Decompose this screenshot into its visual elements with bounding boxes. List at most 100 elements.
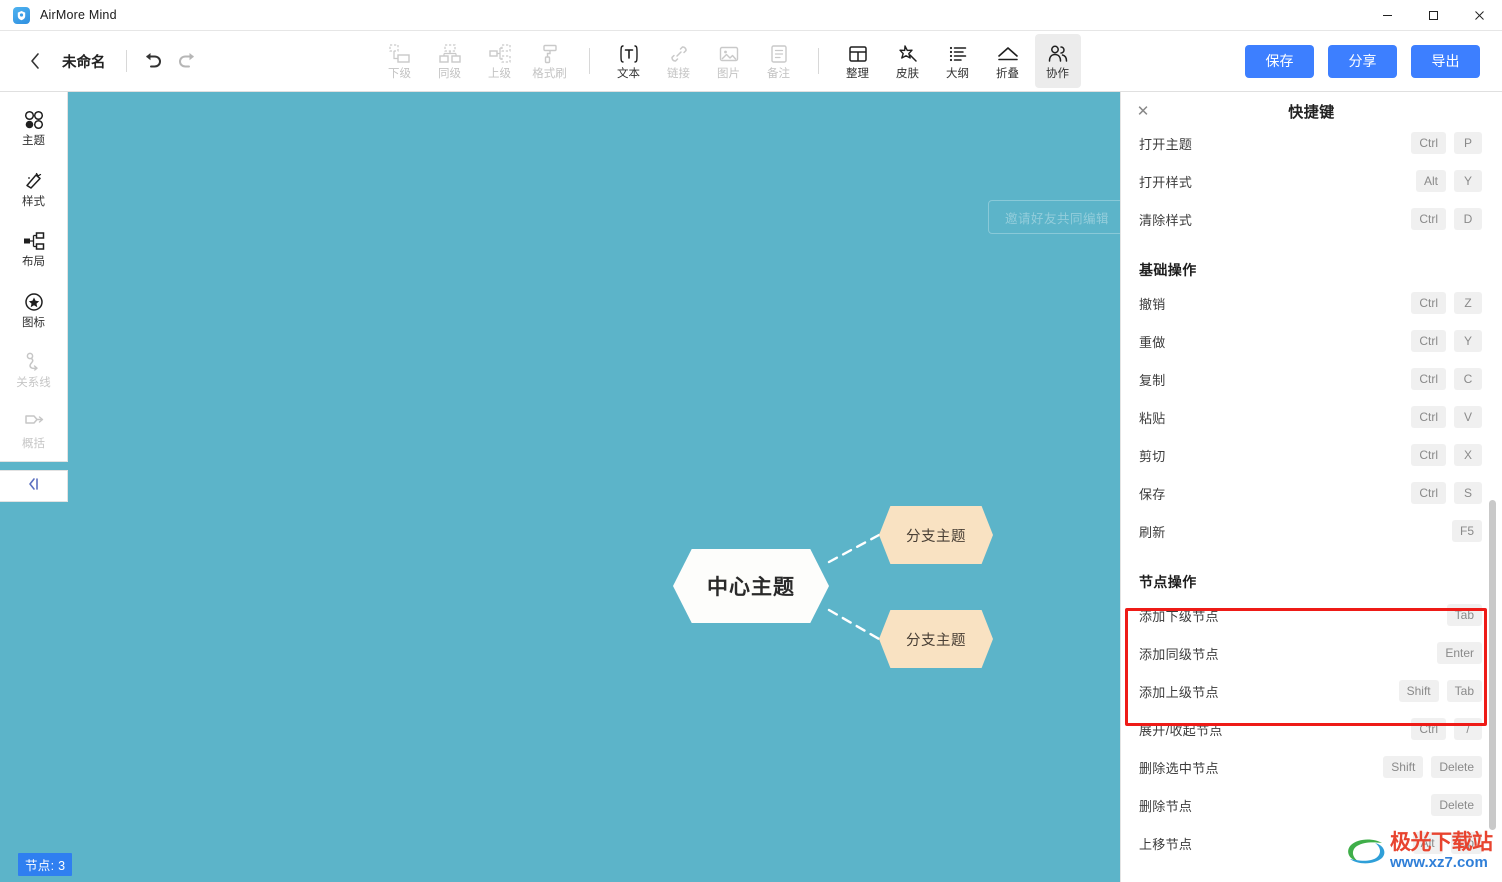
shortcut-group-title: 基础操作 xyxy=(1139,262,1197,278)
key-chip: Shift xyxy=(1383,756,1424,778)
shortcut-keys: Enter xyxy=(1437,642,1482,664)
minimize-icon[interactable] xyxy=(1364,0,1410,31)
close-icon[interactable] xyxy=(1456,0,1502,31)
main-toolbar: 未命名 下级 同级 上级 格式刷 文本 链接 图片 备注 整理 皮肤 大纲 折叠… xyxy=(0,31,1502,92)
tool-add-child[interactable]: 下级 xyxy=(377,34,423,88)
shortcut-row: 撤销 Ctrl Z xyxy=(1139,284,1482,322)
toolbar-action-buttons: 保存 分享 导出 xyxy=(1245,44,1480,78)
tool-collaborate[interactable]: 协作 xyxy=(1034,34,1081,88)
back-button[interactable] xyxy=(20,44,50,78)
tool-arrange[interactable]: 整理 xyxy=(835,34,881,88)
document-name[interactable]: 未命名 xyxy=(56,48,112,75)
view-tool-group: 整理 皮肤 大纲 折叠 协作 xyxy=(833,34,1083,88)
tool-image[interactable]: 图片 xyxy=(706,34,752,88)
mindmap-central-node[interactable]: 中心主题 xyxy=(673,549,829,623)
key-chip: S xyxy=(1454,482,1482,504)
sidebar-item-layout[interactable]: 布局 xyxy=(0,219,68,280)
tool-link[interactable]: 链接 xyxy=(656,34,702,88)
shortcut-keys: Ctrl V xyxy=(1411,406,1482,428)
close-icon[interactable]: ✕ xyxy=(1135,103,1151,119)
shortcuts-list[interactable]: 打开主题 Ctrl P 打开样式 Alt Y 清除样式 Ctrl D 基础操作 … xyxy=(1121,130,1502,882)
sidebar-item-summary[interactable]: 概括 xyxy=(0,401,68,462)
undo-arrow-icon[interactable] xyxy=(141,50,163,72)
shortcut-label: 删除选中节点 xyxy=(1139,760,1219,776)
maximize-icon[interactable] xyxy=(1410,0,1456,31)
collapse-panel-icon xyxy=(25,476,43,497)
tool-label: 同级 xyxy=(438,67,461,80)
sidebar-item-label: 概括 xyxy=(22,437,45,450)
sidebar-item-label: 关系线 xyxy=(16,377,51,389)
theme-icon xyxy=(23,109,45,131)
sidebar-item-label: 主题 xyxy=(22,135,45,147)
shortcut-row: 删除节点 Delete xyxy=(1139,786,1482,824)
export-button[interactable]: 导出 xyxy=(1411,44,1480,78)
tool-add-sibling[interactable]: 同级 xyxy=(427,34,473,88)
scrollbar-thumb[interactable] xyxy=(1489,500,1496,830)
sidebar-item-label: 样式 xyxy=(22,195,45,208)
shortcut-keys: Shift Delete xyxy=(1383,756,1482,778)
note-icon xyxy=(769,42,789,66)
shortcut-row: 粘贴 Ctrl V xyxy=(1139,398,1482,436)
link-icon xyxy=(669,42,689,66)
save-button[interactable]: 保存 xyxy=(1245,44,1314,78)
key-chip: Ctrl xyxy=(1411,292,1446,314)
collaborate-icon xyxy=(1047,42,1069,66)
branch-node-text: 分支主题 xyxy=(906,632,966,649)
key-chip: Ctrl xyxy=(1411,482,1446,504)
style-icon xyxy=(23,170,45,192)
sidebar-item-theme[interactable]: 主题 xyxy=(0,98,68,159)
tool-skin[interactable]: 皮肤 xyxy=(885,34,931,88)
sidebar-item-icon[interactable]: 图标 xyxy=(0,280,68,341)
tool-add-parent[interactable]: 上级 xyxy=(477,34,523,88)
tool-note[interactable]: 备注 xyxy=(756,34,802,88)
sidebar-collapse-button[interactable] xyxy=(0,470,68,502)
tool-outline[interactable]: 大纲 xyxy=(935,34,981,88)
title-bar: AirMore Mind xyxy=(0,0,1502,31)
key-chip: Delete xyxy=(1431,756,1482,778)
tool-label: 协作 xyxy=(1046,67,1069,80)
tool-format-painter[interactable]: 格式刷 xyxy=(527,34,573,88)
add-parent-node-icon xyxy=(488,42,511,66)
shortcut-keys: Alt Y xyxy=(1415,170,1482,192)
mindmap-branch-node[interactable]: 分支主题 xyxy=(879,506,993,564)
window-controls xyxy=(1364,0,1502,31)
shortcut-label: 粘贴 xyxy=(1139,410,1166,426)
sidebar-item-label: 图标 xyxy=(22,316,45,329)
text-icon xyxy=(618,42,640,66)
sidebar-item-label: 布局 xyxy=(22,256,45,268)
tool-label: 整理 xyxy=(846,67,869,80)
share-button[interactable]: 分享 xyxy=(1328,44,1397,78)
key-chip: C xyxy=(1454,368,1482,390)
sidebar-item-style[interactable]: 样式 xyxy=(0,159,68,220)
key-chip: Y xyxy=(1454,330,1482,352)
skin-icon xyxy=(897,42,919,66)
layout-icon xyxy=(23,230,45,252)
sidebar-item-relation-line[interactable]: 关系线 xyxy=(0,340,68,401)
shortcut-keys: Ctrl Y xyxy=(1411,330,1482,352)
undo-redo-group xyxy=(141,50,199,72)
tool-text[interactable]: 文本 xyxy=(606,34,652,88)
panel-scrollbar[interactable] xyxy=(1489,130,1499,882)
shortcut-keys: F5 xyxy=(1451,520,1482,542)
key-chip: Tab xyxy=(1446,604,1482,626)
arrange-icon xyxy=(848,42,868,66)
toolbar-divider xyxy=(588,48,590,74)
format-painter-icon xyxy=(540,42,560,66)
shortcut-group-title: 节点操作 xyxy=(1139,574,1197,590)
tool-label: 备注 xyxy=(767,67,790,80)
key-chip: Ctrl xyxy=(1411,330,1446,352)
shortcut-label: 打开样式 xyxy=(1139,174,1193,190)
tool-collapse[interactable]: 折叠 xyxy=(985,34,1031,88)
redo-arrow-icon[interactable] xyxy=(177,50,199,72)
key-chip: Ctrl xyxy=(1411,368,1446,390)
key-chip: Delete xyxy=(1431,794,1482,816)
mindmap-branch-node[interactable]: 分支主题 xyxy=(879,610,993,668)
shortcut-label: 刷新 xyxy=(1139,524,1166,540)
outline-icon xyxy=(948,42,968,66)
tool-label: 图片 xyxy=(717,67,740,80)
add-child-node-icon xyxy=(388,42,411,66)
tool-label: 皮肤 xyxy=(896,67,919,80)
key-chip: Shift xyxy=(1398,680,1439,702)
shortcuts-panel: ✕ 快捷键 打开主题 Ctrl P 打开样式 Alt Y 清除样式 Ctrl D… xyxy=(1120,92,1502,882)
node-tool-group: 下级 同级 上级 格式刷 xyxy=(375,34,575,88)
